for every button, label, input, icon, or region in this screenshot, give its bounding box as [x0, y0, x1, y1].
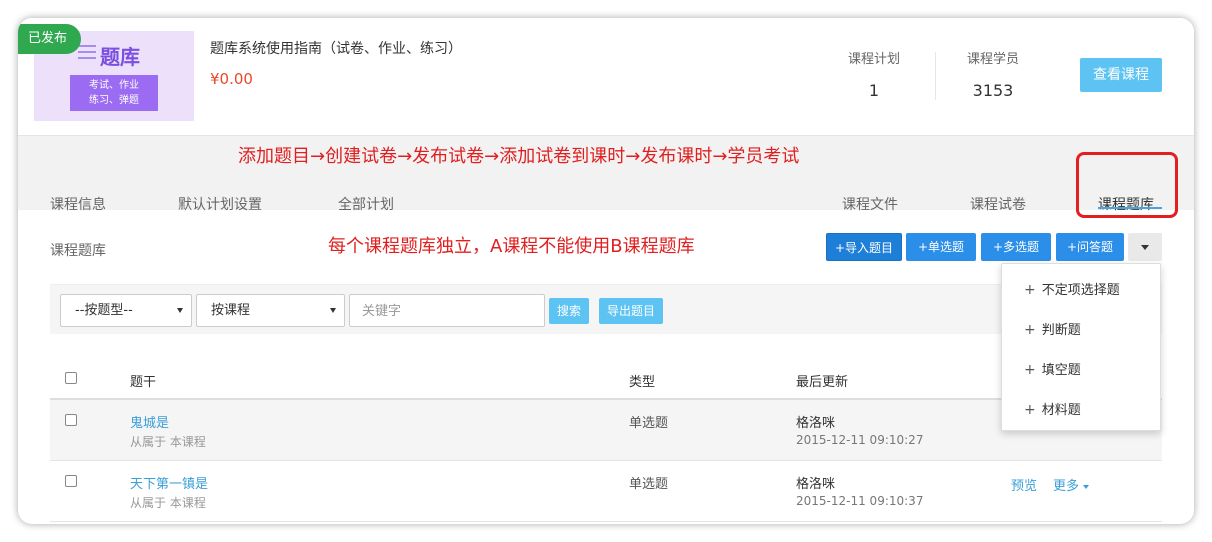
table-header: 题干 类型 最后更新 — [50, 362, 1162, 400]
course-header: 题库 考试、作业 练习、弹题 已发布 题库系统使用指南（试卷、作业、练习） ¥0… — [18, 18, 1194, 136]
plus-icon: + — [1024, 402, 1036, 418]
tab-all-plans[interactable]: 全部计划 — [338, 194, 394, 214]
thumbnail-caption-line2: 练习、弹题 — [89, 95, 139, 106]
plus-icon: + — [834, 241, 846, 255]
question-type-dropdown: + 不定项选择题 + 判断题 + 填空题 + 材料题 — [1001, 263, 1161, 431]
question-source: 从属于 本课程 — [130, 435, 206, 449]
add-single-choice-label: 单选题 — [928, 240, 965, 254]
stat-students: 课程学员 3153 — [962, 48, 1024, 100]
plus-icon: + — [1024, 322, 1036, 338]
thumbnail-title: 题库 — [100, 45, 140, 69]
view-course-button[interactable]: 查看课程 — [1080, 58, 1162, 92]
stat-students-label: 课程学员 — [966, 52, 1019, 67]
plus-icon: + — [992, 240, 1004, 254]
plus-icon: + — [1024, 282, 1036, 298]
updated-by: 格洛咪 — [796, 477, 836, 492]
thumbnail-caption-line1: 考试、作业 — [89, 80, 139, 91]
updated-by: 格洛咪 — [796, 416, 836, 431]
highlight-box — [1076, 152, 1178, 218]
stat-students-value: 3153 — [972, 81, 1014, 100]
add-essay-label: 问答题 — [1077, 240, 1114, 254]
scope-select[interactable]: 按课程 — [196, 294, 345, 327]
section-title: 课程题库 — [50, 243, 106, 259]
table-row: 鬼城是 从属于 本课程 单选题 格洛咪 2015-12-11 09:10:27 — [50, 400, 1162, 461]
updated-time: 2015-12-11 09:10:37 — [796, 494, 924, 508]
tab-course-files[interactable]: 课程文件 — [842, 194, 898, 214]
plus-icon: + — [917, 240, 929, 254]
bank-note-annotation: 每个课程题库独立，A课程不能使用B课程题库 — [328, 236, 695, 257]
scope-value: 按课程 — [211, 303, 251, 318]
menu-item-fill-blank[interactable]: + 填空题 — [1024, 359, 1081, 378]
header-type: 类型 — [629, 375, 656, 390]
question-title-link[interactable]: 鬼城是 — [130, 412, 169, 431]
updated-time: 2015-12-11 09:10:27 — [796, 433, 924, 447]
stat-divider — [935, 52, 936, 100]
stat-plan: 课程计划 1 — [844, 48, 904, 100]
menu-item-indefinite-choice[interactable]: + 不定项选择题 — [1024, 279, 1120, 298]
workflow-annotation: 添加题目→创建试卷→发布试卷→添加试卷到课时→发布课时→学员考试 — [238, 146, 800, 167]
stat-plan-label: 课程计划 — [847, 52, 900, 67]
course-title[interactable]: 题库系统使用指南（试卷、作业、练习） — [210, 38, 462, 58]
filter-bar: --按题型-- 按课程 搜索 导出题目 — [50, 284, 1162, 334]
plus-icon: + — [1024, 362, 1036, 378]
more-actions-link[interactable]: 更多 — [1053, 475, 1089, 494]
add-essay-button[interactable]: +问答题 — [1056, 233, 1124, 261]
course-price: ¥0.00 — [210, 70, 253, 88]
import-questions-label: 导入题目 — [845, 241, 894, 255]
add-multi-choice-button[interactable]: +多选题 — [981, 233, 1051, 261]
select-all-checkbox[interactable] — [65, 372, 77, 384]
select-arrow-icon — [330, 308, 336, 313]
main-window: 题库 考试、作业 练习、弹题 已发布 题库系统使用指南（试卷、作业、练习） ¥0… — [18, 18, 1194, 524]
stat-plan-value: 1 — [868, 81, 880, 100]
question-type: 单选题 — [629, 477, 669, 492]
plus-icon: + — [1066, 240, 1078, 254]
thumbnail-caption: 考试、作业 练习、弹题 — [70, 75, 158, 111]
question-source: 从属于 本课程 — [130, 496, 206, 510]
export-questions-button[interactable]: 导出题目 — [599, 298, 664, 324]
header-updated: 最后更新 — [796, 375, 849, 390]
menu-item-true-false[interactable]: + 判断题 — [1024, 319, 1081, 338]
question-title-link[interactable]: 天下第一镇是 — [130, 473, 208, 492]
question-type: 单选题 — [629, 416, 669, 431]
row-checkbox[interactable] — [65, 475, 77, 487]
list-icon — [78, 45, 96, 63]
tab-course-exams[interactable]: 课程试卷 — [970, 194, 1026, 214]
header-stem: 题干 — [130, 375, 157, 390]
caret-down-icon — [1141, 245, 1149, 250]
menu-item-label: 不定项选择题 — [1041, 283, 1120, 298]
menu-item-material[interactable]: + 材料题 — [1024, 399, 1081, 418]
row-checkbox[interactable] — [65, 414, 77, 426]
tab-course-info[interactable]: 课程信息 — [50, 194, 106, 214]
import-questions-button[interactable]: +导入题目 — [826, 233, 902, 261]
menu-item-label: 材料题 — [1041, 403, 1081, 418]
status-badge: 已发布 — [18, 24, 82, 54]
menu-item-label: 填空题 — [1041, 363, 1081, 378]
menu-item-label: 判断题 — [1041, 323, 1081, 338]
table-row: 天下第一镇是 从属于 本课程 单选题 格洛咪 2015-12-11 09:10:… — [50, 461, 1162, 522]
search-button[interactable]: 搜索 — [549, 298, 590, 324]
add-multi-choice-label: 多选题 — [1003, 240, 1040, 254]
preview-link[interactable]: 预览 — [1011, 475, 1037, 494]
question-type-select[interactable]: --按题型-- — [60, 294, 192, 327]
question-type-value: --按题型-- — [75, 303, 133, 318]
keyword-input[interactable] — [349, 294, 545, 327]
tab-default-plan[interactable]: 默认计划设置 — [178, 194, 262, 214]
more-types-button[interactable] — [1128, 233, 1162, 261]
add-single-choice-button[interactable]: +单选题 — [906, 233, 976, 261]
select-arrow-icon — [177, 308, 183, 313]
